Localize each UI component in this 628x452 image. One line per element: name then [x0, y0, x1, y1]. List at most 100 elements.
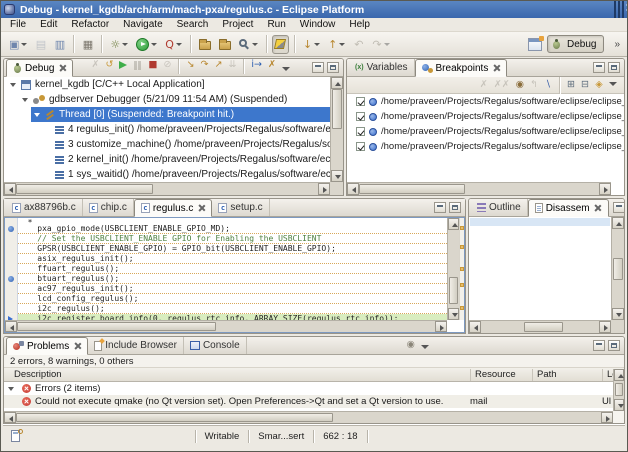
code-text[interactable]: btuart_regulus(); [18, 274, 447, 284]
editor-gutter[interactable] [5, 304, 18, 314]
view-tab-include-browser[interactable]: Include Browser [88, 337, 184, 354]
collapse-all-button[interactable]: ⊟ [578, 78, 592, 93]
previous-annotation-button[interactable]: ↑ [325, 35, 348, 54]
view-tab-console[interactable]: Console [184, 337, 247, 354]
maximize-view-button[interactable] [449, 202, 461, 213]
link-with-debug-view-button[interactable]: ◈ [592, 78, 606, 93]
breakpoint-checkbox[interactable] [356, 127, 365, 136]
maximize-button[interactable] [618, 1, 620, 19]
skip-all-breakpoints-button[interactable]: ∖ [541, 78, 555, 93]
minimize-view-button[interactable] [434, 202, 446, 213]
tree-item[interactable]: 3 customize_machine() /home/praveen/Proj… [53, 137, 330, 152]
tree-item[interactable]: 4 regulus_init() /home/praveen/Projects/… [53, 122, 330, 137]
breakpoint-row[interactable]: /home/praveen/Projects/Regalus/software/… [347, 139, 624, 154]
maximize-view-button[interactable] [608, 62, 620, 73]
close-icon[interactable] [594, 204, 602, 212]
scrollbar-thumb[interactable] [17, 322, 216, 331]
go-to-file-for-breakpoint-button[interactable]: ↰ [527, 78, 541, 93]
next-annotation-button[interactable]: ↓ [300, 35, 323, 54]
tree-item[interactable]: 2 kernel_init() /home/praveen/Projects/R… [53, 152, 330, 167]
breakpoint-row[interactable]: /home/praveen/Projects/Regalus/software/… [347, 109, 624, 124]
editor-gutter[interactable] [5, 264, 18, 274]
scroll-right-icon[interactable] [318, 183, 330, 195]
problems-vertical-scrollbar[interactable] [613, 369, 624, 411]
minimize-view-button[interactable] [612, 202, 624, 213]
scrollbar-thumb[interactable] [449, 277, 458, 304]
scroll-up-icon[interactable] [614, 369, 624, 381]
scroll-up-icon[interactable] [331, 77, 343, 89]
editor-vertical-scrollbar[interactable] [447, 218, 459, 320]
instruction-stepping-button[interactable]: i→ [248, 59, 265, 73]
view-menu-icon[interactable] [418, 343, 432, 354]
forward-button[interactable]: ↷ [369, 35, 392, 54]
code-text[interactable]: // Set the USBCLIENT_ENABLE GPIO for Ena… [18, 234, 447, 244]
maximize-view-button[interactable] [607, 340, 620, 351]
step-over-button[interactable]: ↷ [197, 59, 211, 73]
breakpoint-checkbox[interactable] [356, 97, 365, 106]
code-text[interactable]: lcd_config_regulus(); [18, 294, 447, 304]
scroll-up-icon[interactable] [612, 217, 624, 229]
debug-tree-row[interactable]: 1 sys_waitid() /home/praveen/Projects/Re… [4, 167, 330, 182]
mark-occurrences-toggle[interactable] [271, 34, 289, 54]
disconnect-button[interactable]: ⊘ [160, 59, 174, 73]
view-menu-icon[interactable] [606, 80, 620, 91]
scrollbar-thumb[interactable] [359, 184, 465, 194]
overview-ruler[interactable] [459, 218, 464, 320]
scroll-left-icon[interactable] [4, 183, 16, 195]
close-icon[interactable] [58, 64, 66, 72]
scroll-down-icon[interactable] [614, 399, 624, 411]
external-tools-button[interactable]: Q [162, 35, 185, 54]
code-text[interactable]: GPSR(USBCLIENT_ENABLE_GPIO) = GPIO_bit(U… [18, 244, 447, 254]
menu-refactor[interactable]: Refactor [64, 19, 116, 30]
close-icon[interactable] [73, 342, 81, 350]
scroll-down-icon[interactable] [331, 170, 343, 182]
view-tab-breakpoints[interactable]: Breakpoints [414, 59, 508, 77]
breakpoints-horizontal-scrollbar[interactable] [347, 182, 611, 195]
suspend-button[interactable] [130, 59, 145, 73]
editor-tab-ax88796b-c[interactable]: c ax88796b.c [6, 199, 83, 216]
menu-run[interactable]: Run [260, 19, 292, 30]
breakpoint-checkbox[interactable] [356, 112, 365, 121]
scroll-left-icon[interactable] [4, 412, 16, 423]
debug-tree-row[interactable]: 4 regulus_init() /home/praveen/Projects/… [4, 122, 330, 137]
scrollbar-thumb[interactable] [16, 184, 153, 194]
minimize-view-button[interactable] [312, 62, 324, 73]
scroll-right-icon[interactable] [601, 412, 613, 423]
open-type-button[interactable] [196, 35, 214, 54]
close-icon[interactable] [197, 204, 205, 212]
minimize-view-button[interactable] [593, 62, 605, 73]
view-tab-variables[interactable]: (x) Variables [349, 59, 415, 76]
expander-icon[interactable] [8, 386, 14, 391]
editor-gutter[interactable] [5, 294, 18, 304]
drop-to-frame-button[interactable]: ⇊ [225, 59, 239, 73]
close-icon[interactable] [492, 64, 500, 72]
debug-vertical-scrollbar[interactable] [330, 77, 343, 182]
menu-file[interactable]: File [3, 19, 33, 30]
menu-edit[interactable]: Edit [33, 19, 64, 30]
debug-tree-row[interactable]: 2 kernel_init() /home/praveen/Projects/R… [4, 152, 330, 167]
view-tab-outline[interactable]: Outline [471, 199, 528, 216]
menu-window[interactable]: Window [293, 19, 343, 30]
code-text[interactable]: pxa_gpio_mode(USBCLIENT_ENABLE_GPIO_MD); [18, 224, 447, 234]
minimize-button[interactable] [614, 1, 616, 19]
scrollbar-thumb[interactable] [613, 257, 623, 281]
back-button[interactable]: ↶ [350, 35, 367, 54]
column-header-description[interactable]: Description [10, 369, 62, 381]
menu-navigate[interactable]: Navigate [116, 19, 169, 30]
debug-tree-row[interactable]: gdbserver Debugger (5/21/09 11:54 AM) (S… [4, 92, 330, 107]
debug-tab-debug[interactable]: Debug [6, 59, 74, 77]
editor-tab-chip-c[interactable]: c chip.c [83, 199, 134, 216]
problems-horizontal-scrollbar[interactable] [4, 411, 613, 423]
scroll-down-icon[interactable] [612, 308, 624, 320]
close-button[interactable] [622, 1, 624, 19]
problems-group-row[interactable]: Errors (2 items) [4, 382, 613, 395]
scroll-left-icon[interactable] [5, 321, 17, 332]
outline-horizontal-scrollbar[interactable] [469, 320, 611, 333]
editor-horizontal-scrollbar[interactable] [5, 320, 447, 332]
maximize-view-button[interactable] [327, 62, 339, 73]
debug-horizontal-scrollbar[interactable] [4, 182, 330, 195]
step-into-button[interactable]: ↘ [183, 59, 197, 73]
problems-error-row[interactable]: Could not execute qmake (no Qt version s… [4, 395, 613, 408]
code-text[interactable]: i2c_regulus(); [18, 304, 447, 314]
filter-button[interactable]: ◉ [404, 337, 418, 352]
